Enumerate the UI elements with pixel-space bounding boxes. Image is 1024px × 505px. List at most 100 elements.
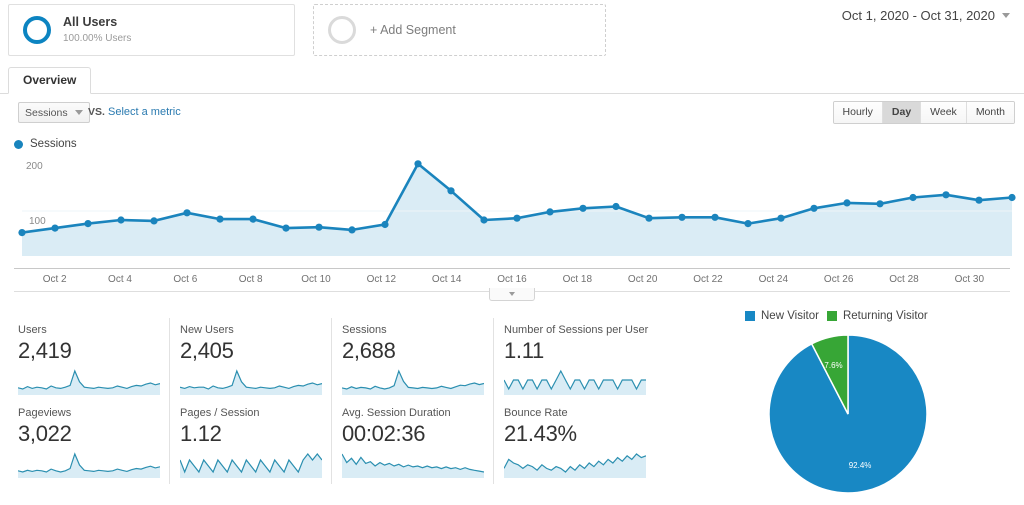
chart-data-point[interactable]: [51, 224, 59, 232]
metric-card-label: Sessions: [342, 324, 387, 336]
metric-card-value: 1.11: [504, 338, 544, 363]
metric-card-pages-per-session[interactable]: Pages / Session 1.12: [170, 401, 332, 484]
metric-card-value: 21.43%: [504, 421, 577, 446]
chart-data-point[interactable]: [282, 224, 290, 232]
metric-card-label: Pageviews: [18, 407, 72, 419]
x-axis-tick: Oct 24: [758, 274, 789, 285]
chart-data-point[interactable]: [513, 214, 521, 222]
metric-card-value: 2,419: [18, 338, 72, 363]
primary-metric-select[interactable]: Sessions: [18, 102, 90, 123]
segment-card-all-users[interactable]: All Users 100.00% Users: [8, 4, 295, 56]
chart-data-point[interactable]: [381, 220, 389, 229]
metric-card-new-users[interactable]: New Users 2,405: [170, 318, 332, 401]
chart-data-point[interactable]: [777, 214, 785, 222]
chart-data-point[interactable]: [18, 229, 26, 237]
primary-metric-label: Sessions: [25, 106, 68, 119]
chart-data-point[interactable]: [480, 216, 488, 224]
legend-dot-icon: [14, 139, 23, 149]
chevron-down-icon: [75, 110, 83, 115]
sparkline-sessions-per-user: [504, 369, 646, 395]
chart-data-point[interactable]: [447, 187, 455, 195]
chart-legend-label: Sessions: [30, 138, 77, 150]
metric-card-label: Number of Sessions per User: [504, 324, 649, 336]
metric-card-label: Bounce Rate: [504, 407, 568, 419]
chart-data-point[interactable]: [942, 191, 950, 199]
metric-card-users[interactable]: Users 2,419: [8, 318, 170, 401]
x-axis-tick: Oct 8: [238, 274, 263, 285]
chart-data-point[interactable]: [315, 223, 323, 231]
metric-card-sessions[interactable]: Sessions 2,688: [332, 318, 494, 401]
chart-area-fill: [22, 163, 1012, 256]
metric-card-label: Users: [18, 324, 47, 336]
chart-data-point[interactable]: [612, 202, 620, 211]
metric-card-bounce-rate[interactable]: Bounce Rate 21.43%: [494, 401, 656, 484]
sparkline-bounce-rate: [504, 452, 646, 478]
sessions-line-chart[interactable]: [0, 155, 1024, 270]
legend-swatch-icon: [826, 311, 837, 321]
chart-data-point[interactable]: [84, 220, 92, 228]
chart-data-point[interactable]: [744, 220, 752, 228]
add-segment-button[interactable]: + Add Segment: [313, 4, 606, 56]
metric-card-sessions-per-user[interactable]: Number of Sessions per User 1.11: [494, 318, 656, 401]
granularity-toggle-group: Hourly Day Week Month: [832, 101, 1015, 124]
sparkline-sessions: [342, 369, 484, 395]
granularity-day[interactable]: Day: [882, 102, 922, 123]
new-vs-returning-pie-chart[interactable]: 92.4% 7.6%: [768, 334, 928, 494]
x-axis-tick: Oct 2: [42, 274, 67, 285]
chart-data-point[interactable]: [546, 208, 554, 216]
chart-data-point[interactable]: [1008, 193, 1016, 202]
x-axis-tick: Oct 12: [366, 274, 397, 285]
x-axis-tick: Oct 18: [562, 274, 593, 285]
chart-data-point[interactable]: [645, 214, 653, 222]
x-axis-tick: Oct 22: [693, 274, 723, 285]
chart-data-point[interactable]: [843, 199, 851, 207]
legend-label: Returning Visitor: [842, 310, 928, 322]
granularity-month[interactable]: Month: [966, 102, 1014, 123]
legend-item-returning-visitor[interactable]: Returning Visitor: [826, 310, 928, 322]
chart-data-point[interactable]: [183, 209, 191, 217]
chart-data-point[interactable]: [678, 213, 686, 221]
metric-card-label: Pages / Session: [180, 407, 260, 419]
chart-data-point[interactable]: [579, 204, 587, 212]
chart-data-point[interactable]: [909, 193, 917, 202]
metric-card-label: Avg. Session Duration: [342, 407, 451, 419]
chart-data-point[interactable]: [414, 160, 422, 168]
pie-chart-legend: New Visitor Returning Visitor: [745, 310, 928, 322]
chart-data-point[interactable]: [876, 200, 884, 208]
legend-label: New Visitor: [761, 310, 819, 322]
x-axis: Oct 2 Oct 4 Oct 6 Oct 8 Oct 10 Oct 12 Oct 14 Oc…: [14, 268, 1010, 290]
x-axis-tick: Oct 4: [108, 274, 132, 285]
metric-card-value: 00:02:36: [342, 421, 426, 446]
chart-resize-handle[interactable]: [489, 288, 535, 301]
chart-data-point[interactable]: [117, 216, 125, 224]
segment-subtitle: 100.00% Users: [63, 32, 132, 44]
segment-text: All Users 100.00% Users: [63, 15, 131, 45]
metric-card-avg-session-duration[interactable]: Avg. Session Duration 00:02:36: [332, 401, 494, 484]
metric-card-value: 2,688: [342, 338, 396, 363]
legend-item-new-visitor[interactable]: New Visitor: [745, 310, 819, 322]
metric-card-value: 1.12: [180, 421, 222, 446]
vs-label: VS.: [88, 106, 105, 118]
chart-data-point[interactable]: [150, 217, 158, 225]
metric-card-pageviews[interactable]: Pageviews 3,022: [8, 401, 170, 484]
date-range-label: Oct 1, 2020 - Oct 31, 2020: [841, 8, 995, 23]
tab-overview[interactable]: Overview: [8, 67, 92, 94]
metric-card-label: New Users: [180, 324, 234, 336]
chart-data-point[interactable]: [216, 215, 224, 223]
date-range-picker[interactable]: Oct 1, 2020 - Oct 31, 2020: [842, 8, 1010, 23]
legend-swatch-icon: [745, 311, 755, 321]
metric-card-value: 2,405: [180, 338, 234, 363]
chart-legend: Sessions: [14, 138, 77, 150]
chevron-down-icon: [1002, 13, 1010, 18]
chart-data-point[interactable]: [348, 226, 356, 234]
granularity-hourly[interactable]: Hourly: [833, 102, 883, 123]
x-axis-tick: Oct 20: [627, 274, 658, 285]
chart-data-point[interactable]: [711, 213, 719, 221]
chart-data-point[interactable]: [975, 196, 983, 204]
analytics-audience-overview: All Users 100.00% Users + Add Segment Oc…: [0, 0, 1024, 505]
chart-data-point[interactable]: [249, 215, 257, 223]
select-a-metric-link[interactable]: Select a metric: [108, 106, 181, 118]
granularity-week[interactable]: Week: [921, 102, 967, 123]
chart-data-point[interactable]: [810, 204, 818, 212]
sparkline-pages-per-session: [180, 452, 322, 478]
